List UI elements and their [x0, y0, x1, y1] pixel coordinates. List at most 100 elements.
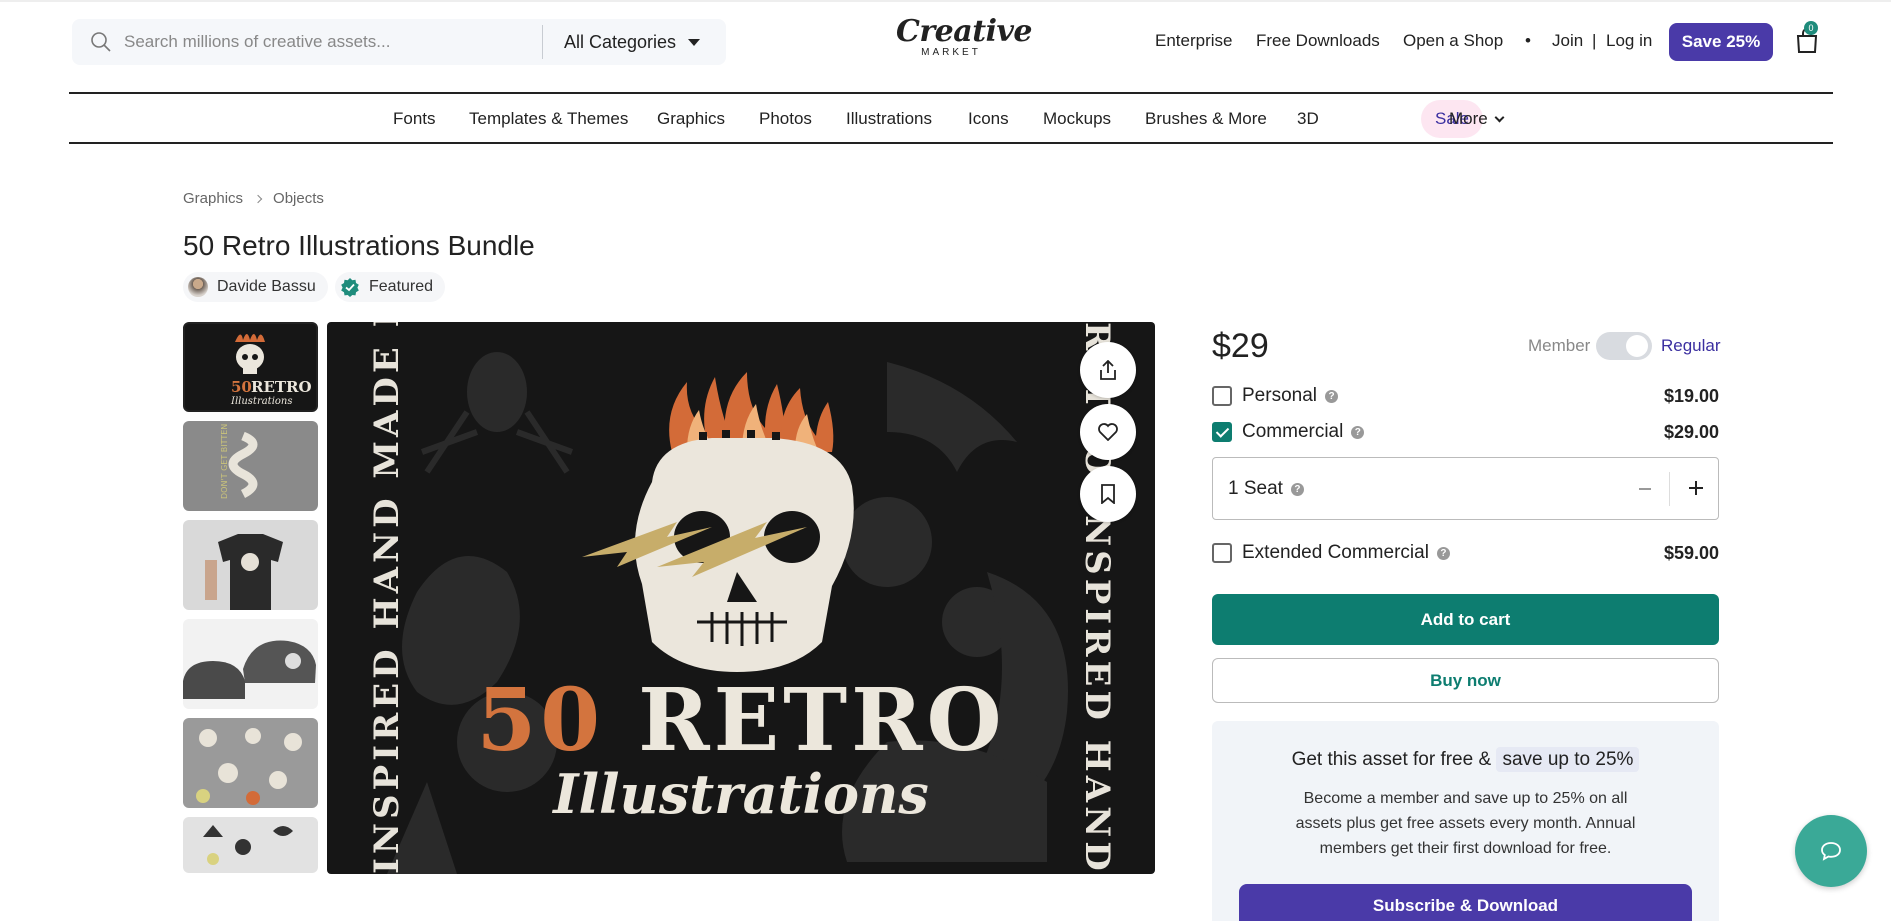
author-avatar [188, 277, 208, 297]
product-main-image[interactable]: INSPIRED HAND MADE ILLUSTRATIONS RETRO I… [327, 322, 1155, 874]
category-fonts[interactable]: Fonts [393, 109, 436, 129]
nav-enterprise-link[interactable]: Enterprise [1155, 31, 1232, 51]
add-to-cart-button[interactable]: Add to cart [1212, 594, 1719, 645]
cart-count-badge: 0 [1804, 21, 1818, 35]
thumbnail-3[interactable] [183, 520, 318, 610]
help-icon[interactable]: ? [1351, 425, 1365, 439]
license-commercial[interactable]: Commercial ? $29.00 [1212, 419, 1719, 445]
thumbnail-2[interactable]: DON'T GET BITTEN [183, 421, 318, 511]
site-header: All Categories Creative MARKET Enterpris… [0, 0, 1891, 80]
thumbnail-1-sub: Illustrations [230, 396, 293, 407]
hero-title-number: 50 [476, 670, 605, 771]
license-commercial-label: Commercial [1242, 421, 1344, 442]
license-commercial-checkbox[interactable] [1212, 422, 1232, 442]
license-commercial-price: $29.00 [1663, 421, 1719, 442]
license-extended-commercial[interactable]: Extended Commercial ? $59.00 [1212, 540, 1719, 566]
breadcrumb-objects[interactable]: Objects [273, 190, 324, 207]
author-name: Davide Bassu [217, 278, 316, 295]
chat-button[interactable] [1795, 815, 1867, 887]
help-icon[interactable]: ? [1290, 482, 1304, 496]
promo-heading-highlight: save up to 25% [1496, 747, 1640, 772]
category-mockups[interactable]: Mockups [1043, 109, 1111, 129]
thumbnail-1[interactable]: 50 RETRO Illustrations [183, 322, 318, 412]
heart-icon [1098, 423, 1118, 441]
license-extended-commercial-checkbox[interactable] [1212, 543, 1232, 563]
search-input[interactable] [124, 19, 594, 65]
membership-promo: Get this asset for free & save up to 25%… [1212, 721, 1719, 921]
chevron-down-icon [1494, 112, 1505, 123]
license-extended-commercial-price: $59.00 [1663, 542, 1719, 563]
featured-label: Featured [369, 278, 434, 295]
category-more[interactable]: More [1449, 109, 1505, 129]
search-bar: All Categories [72, 19, 726, 65]
chat-bubble-icon [1821, 842, 1841, 861]
caret-down-icon [688, 38, 701, 46]
category-templates-themes[interactable]: Templates & Themes [469, 109, 628, 129]
logo-wordmark: Creative [896, 14, 1032, 49]
thumbnail-5[interactable] [183, 718, 318, 808]
thumbnail-2-text: DON'T GET BITTEN [220, 424, 229, 499]
promo-heading: Get this asset for free & save up to 25% [1212, 747, 1719, 772]
save-25-button[interactable]: Save 25% [1669, 23, 1773, 61]
thumbnail-5-art [196, 728, 302, 805]
help-icon[interactable]: ? [1325, 389, 1338, 403]
author-chip[interactable]: Davide Bassu [183, 272, 328, 302]
category-brushes-more[interactable]: Brushes & More [1145, 109, 1267, 129]
license-personal[interactable]: Personal ? $19.00 [1212, 383, 1719, 409]
seat-divider [1669, 472, 1670, 506]
seat-count: 1 Seat ? [1228, 478, 1304, 500]
nav-open-shop-link[interactable]: Open a Shop [1403, 31, 1503, 51]
thumbnail-3-art [205, 534, 283, 610]
category-select[interactable]: All Categories [564, 19, 701, 65]
product-title: 50 Retro Illustrations Bundle [183, 230, 535, 261]
nav-join-link[interactable]: Join [1552, 31, 1583, 51]
product-price: $29 [1212, 327, 1269, 365]
category-graphics[interactable]: Graphics [657, 109, 725, 129]
nav-divider: | [1592, 31, 1597, 50]
featured-chip: Featured [335, 272, 446, 302]
license-extended-commercial-label: Extended Commercial [1242, 542, 1429, 563]
share-button[interactable] [1080, 342, 1136, 398]
category-icons[interactable]: Icons [968, 109, 1009, 129]
category-illustrations[interactable]: Illustrations [846, 109, 932, 129]
seat-count-label: 1 Seat [1228, 478, 1283, 499]
bookmark-icon [1101, 484, 1115, 504]
bookmark-button[interactable] [1080, 466, 1136, 522]
license-personal-label: Personal [1242, 385, 1317, 406]
featured-badge-icon [341, 278, 359, 297]
thumbnail-1-number: 50 [231, 378, 252, 396]
license-personal-checkbox[interactable] [1212, 386, 1232, 406]
share-icon [1100, 360, 1116, 380]
nav-login-link[interactable]: Log in [1606, 31, 1652, 51]
search-divider [542, 25, 543, 59]
license-personal-price: $19.00 [1663, 385, 1719, 406]
buy-now-button[interactable]: Buy now [1212, 658, 1719, 703]
search-icon [91, 32, 111, 52]
subscribe-download-button[interactable]: Subscribe & Download [1239, 884, 1692, 921]
thumbnail-4[interactable] [183, 619, 318, 709]
seat-selector: 1 Seat ? [1212, 457, 1719, 520]
promo-body: Become a member and save up to 25% on al… [1295, 790, 1636, 857]
member-regular-toggle[interactable] [1596, 332, 1652, 360]
promo-heading-text: Get this asset for free & [1291, 749, 1492, 770]
seat-increment-button[interactable] [1689, 481, 1703, 495]
category-photos[interactable]: Photos [759, 109, 812, 129]
thumbnail-1-art: 50 RETRO Illustrations [230, 334, 312, 407]
hero-title-line-2: Illustrations [553, 762, 929, 826]
hero-title-word: RETRO [638, 670, 1006, 771]
favorite-button[interactable] [1080, 404, 1136, 460]
regular-toggle-label: Regular [1661, 336, 1721, 355]
nav-bullet: • [1525, 31, 1531, 50]
thumbnail-6[interactable] [183, 817, 318, 873]
help-icon[interactable]: ? [1436, 546, 1450, 560]
category-more-label: More [1449, 109, 1488, 128]
seat-decrement-button[interactable] [1639, 488, 1651, 490]
skull-illustration [582, 430, 854, 672]
thumbnail-4-art [183, 640, 316, 699]
nav-free-downloads-link[interactable]: Free Downloads [1256, 31, 1380, 51]
thumbnail-1-word: RETRO [251, 378, 312, 396]
creative-market-logo[interactable]: Creative MARKET [896, 14, 1032, 66]
breadcrumb-graphics[interactable]: Graphics [183, 190, 243, 207]
hero-title-line-1: 50 RETRO [327, 670, 1155, 771]
category-3d[interactable]: 3D [1297, 109, 1319, 129]
